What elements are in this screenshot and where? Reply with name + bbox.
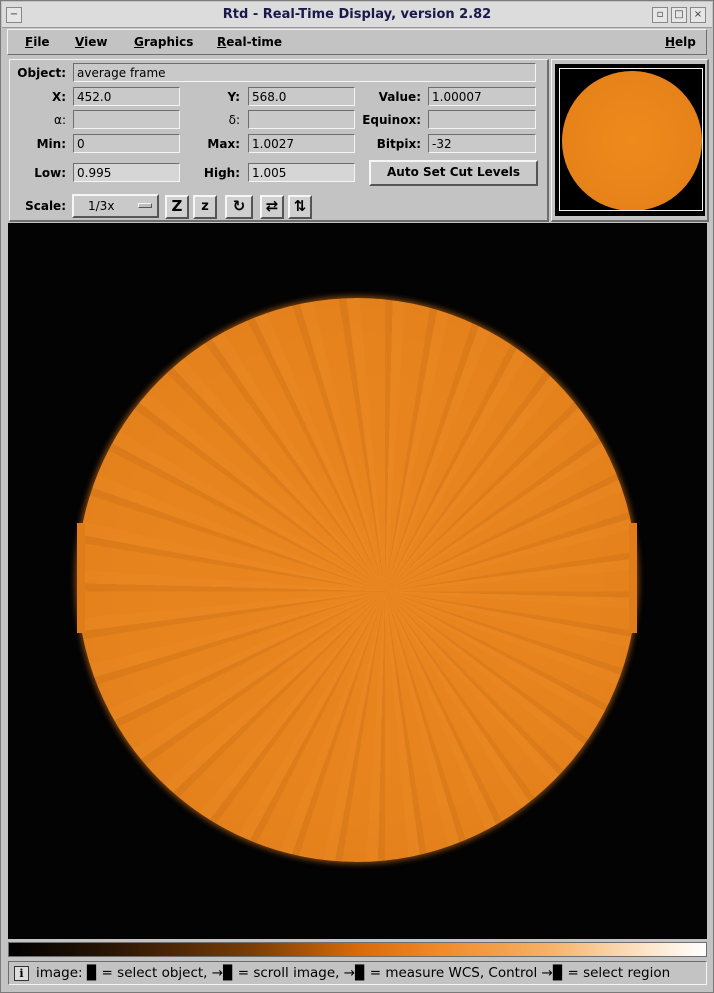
alpha-label: α:	[54, 113, 66, 127]
y-label: Y:	[227, 90, 240, 104]
menu-view-mnemonic: V	[75, 35, 85, 49]
zoom-out-icon[interactable]: z	[193, 195, 217, 219]
option-indicator-icon	[138, 203, 152, 208]
menu-file-mnemonic: F	[25, 35, 34, 49]
low-input[interactable]: 0.995	[73, 163, 180, 182]
title-bar[interactable]: − Rtd - Real-Time Display, version 2.82 …	[2, 2, 712, 28]
low-label: Low:	[34, 166, 66, 180]
high-label: High:	[203, 166, 240, 180]
flip-x-icon[interactable]: ⇄	[260, 195, 284, 219]
menu-view-label: iew	[84, 35, 108, 49]
image-display[interactable]	[8, 223, 707, 939]
delta-field	[248, 110, 355, 129]
menu-help-label: elp	[675, 35, 696, 49]
menu-help-mnemonic: H	[665, 35, 676, 49]
status-text: image: ▉ = select object, →▉ = scroll im…	[36, 965, 671, 981]
image-disk	[77, 298, 637, 862]
panner-frame	[551, 59, 709, 222]
flip-y-icon[interactable]: ⇅	[288, 195, 312, 219]
menu-help[interactable]: Help	[665, 35, 696, 49]
maximize-icon[interactable]: □	[671, 7, 687, 23]
max-label: Max:	[207, 137, 240, 151]
object-field: average frame	[73, 63, 536, 82]
menu-real-time-label: eal-time	[226, 35, 283, 49]
menu-file[interactable]: File	[25, 35, 50, 49]
x-field: 452.0	[73, 87, 180, 106]
value-label: Value:	[378, 90, 421, 104]
equinox-label: Equinox:	[362, 113, 421, 127]
max-field: 1.0027	[248, 134, 355, 153]
image-disk-edge-right	[629, 523, 637, 633]
menu-bar: File View Graphics Real-time Help	[7, 29, 707, 55]
image-disk-edge-left	[77, 523, 85, 633]
min-field: 0	[73, 134, 180, 153]
y-field: 568.0	[248, 87, 355, 106]
equinox-field	[428, 110, 536, 129]
menu-view[interactable]: View	[75, 35, 107, 49]
menu-file-label: ile	[33, 35, 50, 49]
high-input[interactable]: 1.005	[248, 163, 355, 182]
status-bar: i image: ▉ = select object, →▉ = scroll …	[8, 961, 707, 985]
bitpix-label: Bitpix:	[376, 137, 421, 151]
menu-graphics-label: raphics	[143, 35, 194, 49]
scale-option-menu[interactable]: 1/3x	[72, 194, 159, 218]
value-field: 1.00007	[428, 87, 536, 106]
auto-set-cut-levels-button[interactable]: Auto Set Cut Levels	[369, 160, 538, 186]
window-title: Rtd - Real-Time Display, version 2.82	[222, 7, 492, 22]
colorbar[interactable]	[8, 942, 707, 957]
info-panel: Object: average frame X: 452.0 Y: 568.0 …	[9, 59, 549, 222]
minimize-icon[interactable]: ▫	[652, 7, 668, 23]
info-icon: i	[14, 966, 29, 981]
scale-value: 1/3x	[88, 199, 115, 213]
menu-real-time[interactable]: Real-time	[217, 35, 282, 49]
x-label: X:	[51, 90, 66, 104]
menu-graphics-mnemonic: G	[134, 35, 144, 49]
object-label: Object:	[17, 66, 66, 80]
close-icon[interactable]: ×	[690, 7, 706, 23]
scale-label: Scale:	[25, 199, 66, 213]
min-label: Min:	[36, 137, 66, 151]
rtd-window: − Rtd - Real-Time Display, version 2.82 …	[0, 0, 714, 993]
bitpix-field: -32	[428, 134, 536, 153]
alpha-field	[73, 110, 180, 129]
rotate-icon[interactable]: ↻	[225, 195, 253, 219]
menu-graphics[interactable]: Graphics	[134, 35, 193, 49]
delta-label: δ:	[228, 113, 240, 127]
menu-real-time-mnemonic: R	[217, 35, 227, 49]
panner-view[interactable]	[555, 64, 705, 216]
zoom-in-icon[interactable]: Z	[165, 195, 189, 219]
panner-viewport-box[interactable]	[559, 68, 703, 211]
